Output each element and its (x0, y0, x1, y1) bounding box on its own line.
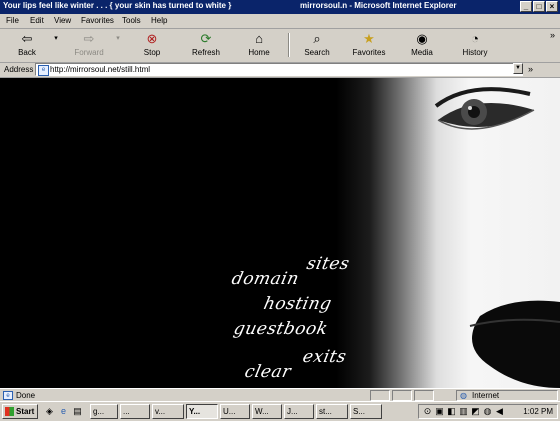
address-more-chevron[interactable]: » (528, 64, 533, 74)
tray-icon[interactable]: ⊙ (422, 406, 433, 417)
status-panel (414, 390, 434, 401)
system-tray: ⊙ ▣ ◧ ▥ ◩ ◍ ◀ 1:02 PM (418, 404, 558, 419)
tray-icon[interactable]: ▣ (434, 406, 445, 417)
history-label: History (462, 48, 488, 57)
history-icon: ◔ (471, 31, 479, 46)
address-label: Address (4, 65, 34, 74)
taskbar: Start ◈ e ▤ g... ... v... Y... U... W...… (0, 401, 560, 421)
taskbar-item[interactable]: ... (120, 404, 150, 419)
chevron-down-icon: ▾ (54, 35, 58, 42)
status-bar: e Done ◍ Internet (0, 388, 560, 402)
status-panel (370, 390, 390, 401)
address-bar: Address e http://mirrorsoul.net/still.ht… (0, 62, 560, 78)
menu-favorites[interactable]: Favorites (81, 16, 114, 25)
stop-button[interactable]: ⊗ Stop (131, 31, 173, 57)
taskbar-item[interactable]: S... (350, 404, 382, 419)
nav-link-guestbook[interactable]: guestbook (232, 319, 330, 339)
page-icon: e (38, 65, 49, 76)
tray-icon[interactable]: ◍ (482, 406, 493, 417)
stop-icon: ⊗ (146, 31, 158, 46)
nav-link-domain[interactable]: domain (230, 269, 301, 289)
quick-launch-icon[interactable]: ◈ (44, 406, 55, 417)
lips-image (469, 300, 560, 388)
forward-dropdown[interactable]: ▾ (110, 31, 122, 47)
forward-button[interactable]: ⇨ Forward (68, 31, 110, 57)
back-button[interactable]: ⇦ Back (6, 31, 48, 57)
address-dropdown-button[interactable]: ▼ (513, 63, 523, 74)
taskbar-item[interactable]: J... (284, 404, 314, 419)
favorites-folder-icon: ★ (363, 31, 375, 46)
status-panel (392, 390, 412, 401)
taskbar-item[interactable]: U... (220, 404, 250, 419)
favorites-button[interactable]: ★ Favorites (348, 31, 390, 57)
toolbar: ⇦ Back ▾ ⇨ Forward ▾ ⊗ Stop ⟳ Refresh ⌂ … (0, 29, 560, 63)
menu-edit[interactable]: Edit (30, 16, 44, 25)
home-button[interactable]: ⌂ Home (238, 31, 280, 57)
search-label: Search (304, 48, 330, 57)
toolbar-separator (288, 33, 290, 57)
toolbar-more-chevron[interactable]: » (550, 30, 555, 40)
history-button[interactable]: ◔ History (454, 31, 496, 57)
nav-link-clear[interactable]: clear (243, 362, 293, 382)
menu-tools[interactable]: Tools (122, 16, 141, 25)
volume-icon[interactable]: ◀ (494, 406, 505, 417)
tray-icon[interactable]: ▥ (458, 406, 469, 417)
window-app-title: mirrorsoul.n - Microsoft Internet Explor… (300, 1, 457, 10)
quick-launch-desktop-icon[interactable]: ▤ (72, 406, 83, 417)
address-url: http://mirrorsoul.net/still.html (50, 65, 151, 74)
chevron-down-icon: ▼ (515, 65, 521, 71)
windows-logo-icon (5, 407, 14, 416)
clock: 1:02 PM (523, 407, 553, 416)
refresh-button[interactable]: ⟳ Refresh (185, 31, 227, 57)
back-label: Back (18, 48, 36, 57)
page-icon: e (3, 391, 13, 400)
status-text: Done (16, 391, 36, 400)
minimize-button[interactable]: _ (520, 1, 532, 12)
nav-link-sites[interactable]: sites (305, 254, 352, 274)
menu-bar: File Edit View Favorites Tools Help (0, 14, 560, 29)
favorites-label: Favorites (352, 48, 386, 57)
back-arrow-icon: ⇦ (21, 31, 33, 46)
nav-link-hosting[interactable]: hosting (262, 294, 334, 314)
tray-icon[interactable]: ◧ (446, 406, 457, 417)
menu-file[interactable]: File (6, 16, 19, 25)
home-icon: ⌂ (255, 31, 263, 46)
close-button[interactable]: × (546, 1, 558, 12)
forward-arrow-icon: ⇨ (83, 31, 95, 46)
media-icon: ◉ (416, 31, 428, 46)
title-bar: Your lips feel like winter . . . { your … (0, 0, 560, 14)
start-button[interactable]: Start (2, 404, 38, 419)
home-label: Home (248, 48, 270, 57)
forward-label: Forward (74, 48, 104, 57)
refresh-label: Refresh (191, 48, 220, 57)
nav-link-exits[interactable]: exits (301, 347, 348, 367)
media-label: Media (411, 48, 433, 57)
page-content: sites domain hosting guestbook exits cle… (0, 78, 560, 388)
window-title: Your lips feel like winter . . . { your … (3, 1, 232, 10)
taskbar-item[interactable]: v... (152, 404, 184, 419)
taskbar-item[interactable]: W... (252, 404, 282, 419)
tray-icon[interactable]: ◩ (470, 406, 481, 417)
zone-text: Internet (472, 391, 500, 400)
address-input[interactable]: e http://mirrorsoul.net/still.html (35, 63, 523, 76)
refresh-icon: ⟳ (200, 31, 212, 46)
search-icon: ⌕ (313, 31, 321, 46)
menu-help[interactable]: Help (151, 16, 167, 25)
start-label: Start (16, 407, 35, 416)
chevron-down-icon: ▾ (116, 35, 120, 42)
search-button[interactable]: ⌕ Search (296, 31, 338, 57)
quick-launch-ie-icon[interactable]: e (58, 406, 69, 417)
back-dropdown[interactable]: ▾ (48, 31, 60, 47)
stop-label: Stop (143, 48, 161, 57)
media-button[interactable]: ◉ Media (401, 31, 443, 57)
menu-view[interactable]: View (54, 16, 71, 25)
globe-icon: ◍ (460, 391, 467, 400)
eye-image (434, 87, 535, 130)
taskbar-item[interactable]: g... (90, 404, 118, 419)
taskbar-item[interactable]: st... (316, 404, 348, 419)
maximize-button[interactable]: □ (533, 1, 545, 12)
taskbar-item-active[interactable]: Y... (186, 404, 218, 419)
